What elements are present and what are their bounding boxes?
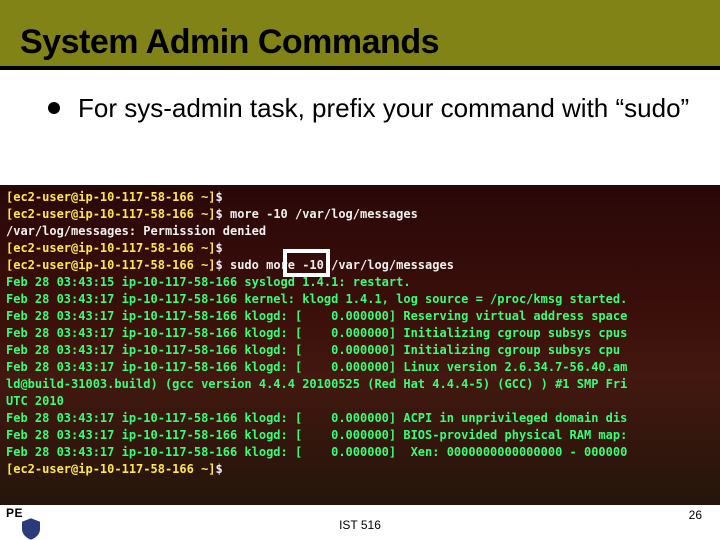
terminal-screenshot: [ec2-user@ip-10-117-58-166 ~]$[ec2-user@…	[0, 185, 720, 505]
terminal-line: Feb 28 03:43:17 ip-10-117-58-166 klogd: …	[6, 359, 714, 376]
bullet-row: For sys-admin task, prefix your command …	[48, 92, 690, 125]
page-number: 26	[689, 508, 702, 522]
terminal-line: UTC 2010	[6, 393, 714, 410]
terminal-line: [ec2-user@ip-10-117-58-166 ~]$	[6, 240, 714, 257]
terminal-line: Feb 28 03:43:17 ip-10-117-58-166 klogd: …	[6, 427, 714, 444]
bullet-text: For sys-admin task, prefix your command …	[78, 92, 689, 125]
terminal-line: Feb 28 03:43:17 ip-10-117-58-166 klogd: …	[6, 342, 714, 359]
terminal-line: [ec2-user@ip-10-117-58-166 ~]$ more -10 …	[6, 206, 714, 223]
terminal-line: /var/log/messages: Permission denied	[6, 223, 714, 240]
terminal-line: Feb 28 03:43:17 ip-10-117-58-166 klogd: …	[6, 410, 714, 427]
footer-course: IST 516	[339, 518, 381, 532]
slide-title: System Admin Commands	[20, 23, 439, 62]
bullet-area: For sys-admin task, prefix your command …	[0, 70, 720, 135]
terminal-line: Feb 28 03:43:17 ip-10-117-58-166 klogd: …	[6, 308, 714, 325]
title-bar: System Admin Commands	[0, 0, 720, 66]
terminal-line: ld@build-31003.build) (gcc version 4.4.4…	[6, 376, 714, 393]
terminal-line: Feb 28 03:43:17 ip-10-117-58-166 klogd: …	[6, 325, 714, 342]
terminal-line: Feb 28 03:43:15 ip-10-117-58-166 syslogd…	[6, 274, 714, 291]
terminal-line: [ec2-user@ip-10-117-58-166 ~]$	[6, 189, 714, 206]
terminal-line: [ec2-user@ip-10-117-58-166 ~]$ sudo more…	[6, 257, 714, 274]
terminal-line: Feb 28 03:43:17 ip-10-117-58-166 kernel:…	[6, 291, 714, 308]
terminal-line: [ec2-user@ip-10-117-58-166 ~]$	[6, 461, 714, 478]
terminal-line: Feb 28 03:43:17 ip-10-117-58-166 klogd: …	[6, 444, 714, 461]
footer-brand: PE	[6, 506, 23, 520]
bullet-icon	[48, 102, 60, 114]
shield-icon	[22, 518, 40, 540]
